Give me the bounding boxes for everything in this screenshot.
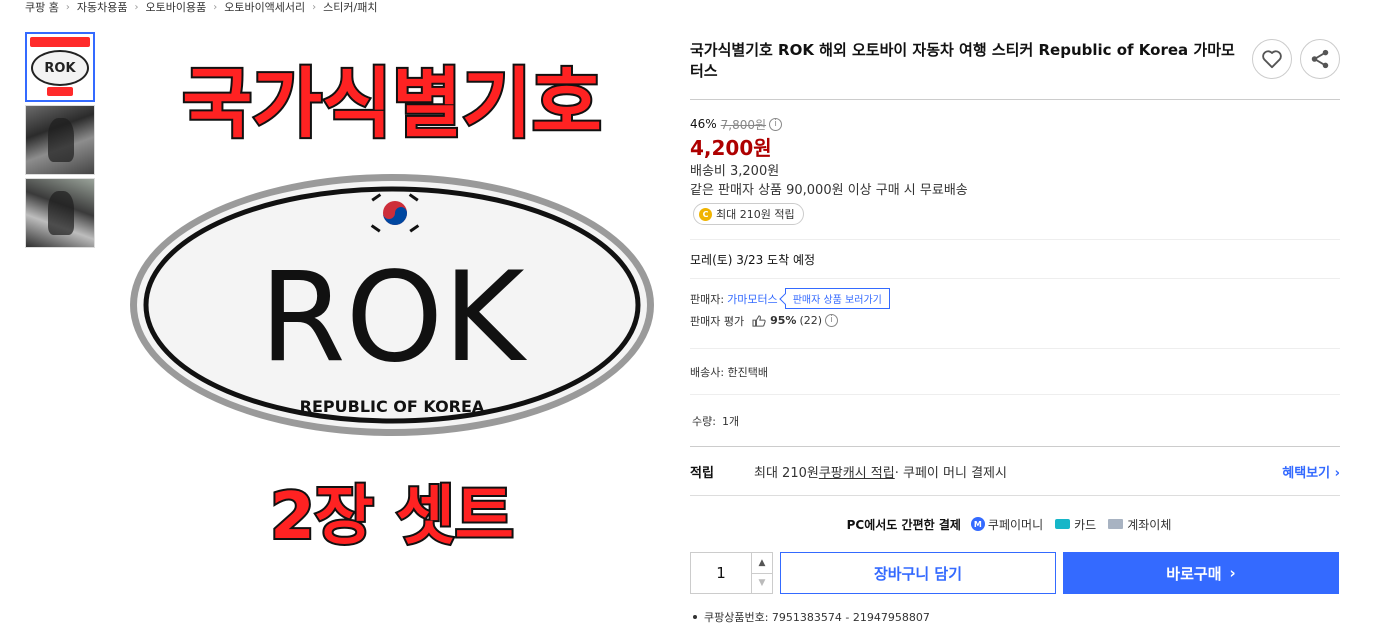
coupang-cash-coin-icon: C <box>699 207 712 221</box>
quantity-decrease-button[interactable]: ▼ <box>752 572 772 594</box>
seller-rating-row: 판매자 평가 95% (22) i <box>690 311 1340 330</box>
payment-option-label: 계좌이체 <box>1127 517 1172 532</box>
chevron-right-icon: › <box>1229 564 1236 582</box>
title-row: 국가식별기호 ROK 해외 오토바이 자동차 여행 스티커 Republic o… <box>690 30 1340 100</box>
seller-block: 판매자: 가마모터스 판매자 상품 보러가기 판매자 평가 95% (22) i <box>690 278 1340 348</box>
benefit-link-label: 혜택보기 <box>1282 465 1331 481</box>
breadcrumb-item-sticker[interactable]: 스티커/패치 <box>323 0 377 15</box>
seller-products-tooltip[interactable]: 판매자 상품 보러가기 <box>784 288 890 309</box>
seller-label: 판매자: <box>690 292 725 306</box>
thumbnail-sticker[interactable]: ROK <box>25 32 95 102</box>
info-icon[interactable]: i <box>769 117 783 131</box>
image-oval-text: ROK <box>259 246 527 390</box>
product-title: 국가식별기호 ROK 해외 오토바이 자동차 여행 스티커 Republic o… <box>690 41 1235 80</box>
sale-price: 4,200원 <box>690 136 772 160</box>
chevron-up-icon: ▲ <box>758 557 766 568</box>
image-top-text: 국가식별기호 <box>182 59 602 148</box>
points-label: 적립 <box>690 465 714 481</box>
image-oval-subtext: REPUBLIC OF KOREA <box>300 397 485 416</box>
payment-option-label: 카드 <box>1074 517 1097 532</box>
image-bottom-text: 2장 셋트 <box>270 480 513 554</box>
thumbnail-motorcycle-photo-1[interactable] <box>25 105 95 175</box>
buy-row: ▲ ▼ 장바구니 담기 바로구매 › <box>690 552 1340 594</box>
price-block: 46% 7,800원 i 4,200원 배송비 3,200원 같은 판매자 상품… <box>690 100 1340 225</box>
shipping-fee: 배송비 3,200원 <box>690 164 780 179</box>
payment-title: PC에서도 간편한 결제 <box>846 517 961 532</box>
carrier-row: 배송사: 한진택배 <box>690 348 1340 394</box>
buy-now-label: 바로구매 <box>1166 564 1222 583</box>
seller-rating-label: 판매자 평가 <box>690 314 745 328</box>
breadcrumb-item-accessory[interactable]: 오토바이액세서리 <box>224 0 305 15</box>
original-price: 7,800원 <box>720 117 767 132</box>
chevron-right-icon: › <box>65 1 70 13</box>
main-product-image: 국가식별기호 ROK REPUBLIC OF KOREA 2장 셋트 <box>115 30 670 570</box>
quantity-row: 수량: 1개 <box>690 394 1340 446</box>
thumb-oval: ROK <box>31 50 89 86</box>
bullet-icon <box>693 615 697 619</box>
thumbs-up-icon <box>752 314 766 327</box>
benefit-link[interactable]: 혜택보기 › <box>1282 462 1340 481</box>
quantity-value: 1개 <box>721 414 740 428</box>
coupang-cash-link[interactable]: 쿠팡캐시 적립 <box>819 462 895 481</box>
product-id: 쿠팡상품번호: 7951383574 - 21947958807 <box>704 611 930 624</box>
thumbnail-motorcycle-photo-2[interactable] <box>25 178 95 248</box>
coupay-money-icon: M <box>970 517 985 531</box>
delivery-estimate: 모레(토) 3/23 도착 예정 <box>690 239 1340 278</box>
thumb-top-banner <box>30 37 90 47</box>
seller-row: 판매자: 가마모터스 판매자 상품 보러가기 <box>690 288 1340 309</box>
quantity-increase-button[interactable]: ▲ <box>752 553 772 573</box>
breadcrumb: 쿠팡 홈 › 자동차용품 › 오토바이용품 › 오토바이액세서리 › 스티커/패… <box>25 0 377 14</box>
payment-option-card: 카드 <box>1055 516 1096 533</box>
seller-name-link[interactable]: 가마모터스 <box>727 291 778 307</box>
heart-icon <box>1262 50 1282 69</box>
seller-rating-value: 95% <box>770 314 797 327</box>
product-id-row: 쿠팡상품번호: 7951383574 - 21947958807 <box>690 609 1340 625</box>
thumbnail-list: ROK <box>25 32 95 251</box>
breadcrumb-item-auto[interactable]: 자동차용품 <box>77 0 128 15</box>
quantity-stepper: ▲ ▼ <box>690 552 773 594</box>
points-text-pre: 최대 210원 <box>754 465 819 481</box>
seller-rating-count: (22) <box>799 314 823 327</box>
breadcrumb-item-home[interactable]: 쿠팡 홈 <box>25 0 59 15</box>
quantity-stepper-buttons: ▲ ▼ <box>751 553 772 593</box>
wishlist-button[interactable] <box>1252 39 1292 79</box>
free-shipping-note: 같은 판매자 상품 90,000원 이상 구매 시 무료배송 <box>690 183 968 198</box>
product-info-panel: 국가식별기호 ROK 해외 오토바이 자동차 여행 스티커 Republic o… <box>690 30 1340 625</box>
payment-option-bank: 계좌이체 <box>1108 516 1171 533</box>
chevron-right-icon: › <box>213 1 218 13</box>
payment-option-label: 쿠페이머니 <box>987 517 1044 532</box>
chevron-right-icon: › <box>134 1 139 13</box>
bank-transfer-icon <box>1108 519 1124 529</box>
thumb-bottom-banner <box>47 87 73 96</box>
info-icon[interactable]: i <box>825 314 839 327</box>
points-row: 적립 최대 210원 쿠팡캐시 적립 · 쿠페이 머니 결제시 혜택보기 › <box>690 446 1340 496</box>
chevron-down-icon: ▼ <box>758 578 766 589</box>
add-to-cart-button[interactable]: 장바구니 담기 <box>780 552 1056 594</box>
buy-now-button[interactable]: 바로구매 › <box>1063 552 1339 594</box>
share-button[interactable] <box>1300 39 1340 79</box>
discount-rate: 46% <box>690 117 717 131</box>
chevron-right-icon: › <box>312 1 317 13</box>
payment-option-coupay: M 쿠페이머니 <box>970 516 1044 533</box>
discount-row: 46% 7,800원 i <box>690 116 1340 132</box>
card-icon <box>1055 519 1071 529</box>
quantity-input[interactable] <box>691 553 751 593</box>
reward-badge: C 최대 210원 적립 <box>693 203 804 225</box>
share-icon <box>1311 49 1329 69</box>
points-text-post: · 쿠페이 머니 결제시 <box>894 465 1007 481</box>
breadcrumb-item-motorcycle[interactable]: 오토바이용품 <box>145 0 206 15</box>
product-sticker-image: 국가식별기호 ROK REPUBLIC OF KOREA 2장 셋트 <box>130 57 654 556</box>
reward-badge-text: 최대 210원 적립 <box>716 208 795 221</box>
payment-row: PC에서도 간편한 결제 M 쿠페이머니 카드 계좌이체 <box>690 496 1340 552</box>
quantity-label: 수량: <box>692 414 716 428</box>
chevron-right-icon: › <box>1334 465 1340 481</box>
